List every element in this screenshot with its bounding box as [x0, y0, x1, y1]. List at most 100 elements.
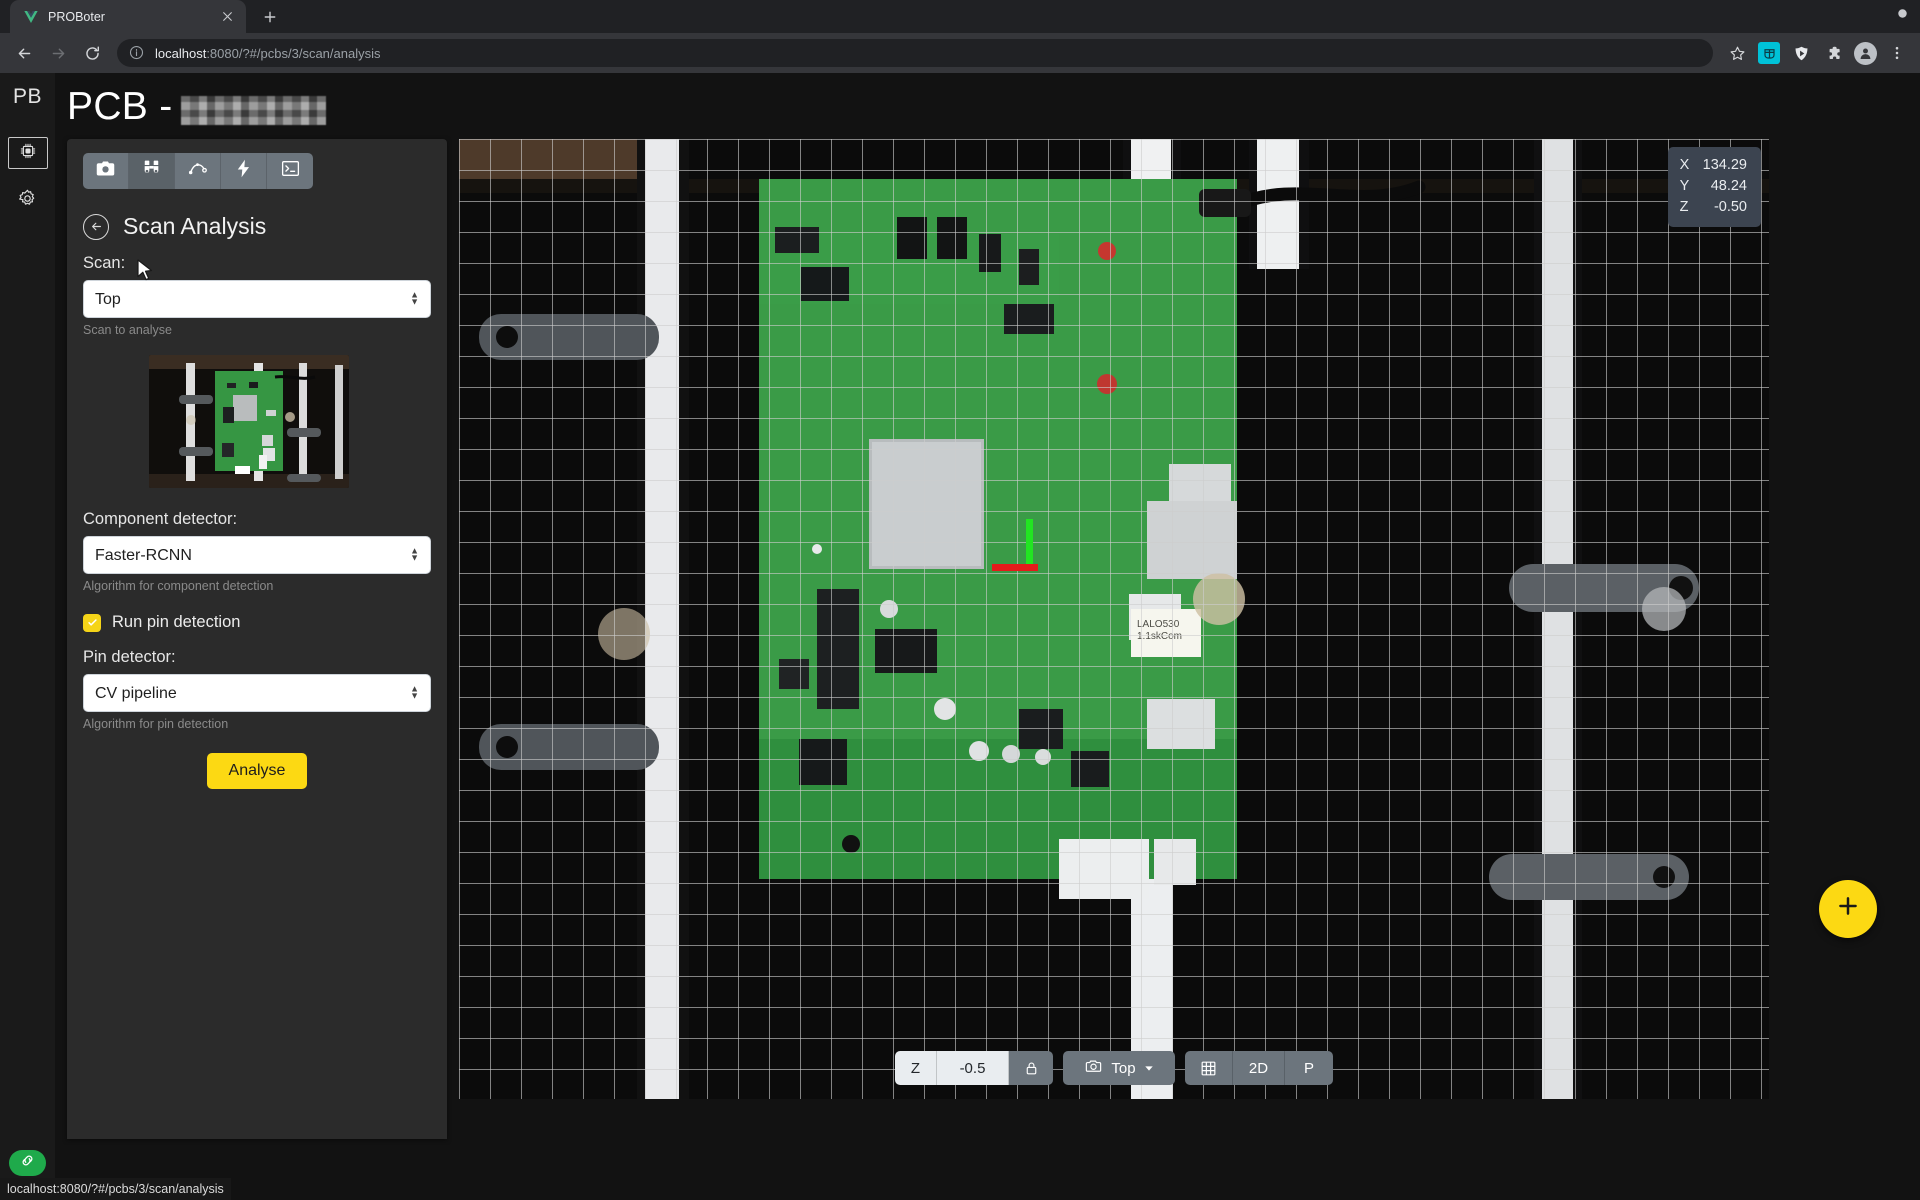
lightning-bolt-icon — [233, 158, 254, 184]
camera-view-group: Top — [1063, 1051, 1175, 1085]
scan-field-label: Scan: — [83, 254, 126, 272]
coordinate-z-value: -0.50 — [1713, 199, 1747, 216]
tab-network[interactable] — [175, 153, 221, 189]
window-dots-icon[interactable] — [1895, 7, 1910, 22]
coordinate-readout: X 134.29 Y 48.24 Z -0.50 — [1667, 147, 1761, 228]
coordinate-z-axis: Z — [1679, 199, 1689, 216]
connection-status-badge[interactable] — [9, 1150, 46, 1176]
run-pin-detection-label: Run pin detection — [112, 613, 241, 631]
pin-detector-select[interactable]: CV pipeline — [83, 674, 431, 712]
camera-view-dropdown[interactable]: Top — [1063, 1051, 1175, 1085]
svg-text:1.1skCom: 1.1skCom — [1137, 631, 1182, 642]
close-icon[interactable] — [219, 8, 236, 25]
gear-icon — [17, 188, 38, 214]
camera-icon — [95, 158, 116, 184]
puzzle-extensions-icon[interactable] — [1819, 39, 1847, 67]
browser-tab[interactable]: PROBoter — [10, 0, 246, 33]
tab-console[interactable] — [267, 153, 313, 189]
pin-detector-field: Pin detector: CV pipeline ▲ ▼ Algorithm f… — [83, 648, 431, 731]
component-detector-select[interactable]: Faster-RCNN — [83, 536, 431, 574]
page-title: PCB - — [55, 73, 1920, 129]
z-label: Z — [895, 1051, 937, 1085]
component-detector-help: Algorithm for component detection — [83, 579, 274, 593]
back-button[interactable] — [9, 38, 39, 68]
link-connected-icon — [19, 1152, 36, 1174]
browser-toolbar: localhost:8080/?#/pcbs/3/scan/analysis — [0, 33, 1920, 73]
address-bar[interactable]: localhost:8080/?#/pcbs/3/scan/analysis — [117, 39, 1713, 67]
scan-field-help: Scan to analyse — [83, 323, 172, 337]
panel-title: Scan Analysis — [123, 213, 267, 239]
camera-view-label: Top — [1111, 1059, 1136, 1077]
address-bar-host: localhost — [155, 45, 207, 61]
address-bar-path: :8080/?#/pcbs/3/scan/analysis — [206, 45, 381, 61]
node-graph-icon — [187, 158, 208, 184]
browser-tab-title: PROBoter — [48, 9, 105, 24]
arrow-left-circle-icon[interactable] — [83, 213, 109, 240]
svg-text:LALO530: LALO530 — [1137, 619, 1180, 630]
mode-p-button[interactable]: P — [1285, 1051, 1333, 1085]
checkbox-checked-icon — [83, 613, 101, 632]
coordinate-y-value: 48.24 — [1710, 178, 1747, 195]
viewport-toolbar: Z -0.5 Top 2D P — [895, 1051, 1333, 1085]
extension-badge-icon[interactable] — [1755, 39, 1783, 67]
tab-analysis[interactable] — [129, 153, 175, 189]
z-control-group: Z -0.5 — [895, 1051, 1053, 1085]
grid-icon[interactable] — [1185, 1051, 1233, 1085]
run-pin-detection-checkbox[interactable]: Run pin detection — [83, 613, 431, 632]
vue-logo-icon — [23, 9, 39, 25]
address-bar-url: localhost:8080/?#/pcbs/3/scan/analysis — [155, 46, 380, 61]
camera-icon — [1084, 1057, 1103, 1080]
pcb-camera-image: LALO530 1.1skCom — [459, 139, 1769, 1099]
coordinate-row-z: Z -0.50 — [1680, 197, 1747, 218]
analyse-row: Analyse — [67, 753, 447, 789]
coordinate-row-x: X 134.29 — [1680, 155, 1747, 176]
profile-avatar-icon[interactable] — [1851, 39, 1879, 67]
content-area: PCB - Scan Analysis Scan: Top ▲ ▼ Scan t… — [55, 73, 1920, 1200]
mode-2d-button[interactable]: 2D — [1233, 1051, 1285, 1085]
forward-button[interactable] — [43, 38, 73, 68]
left-rail: PB — [0, 73, 55, 1200]
bookmark-star-icon[interactable] — [1723, 39, 1751, 67]
coordinate-x-value: 134.29 — [1702, 157, 1747, 173]
pin-detector-help: Algorithm for pin detection — [83, 717, 229, 731]
coordinate-row-y: Y 48.24 — [1680, 176, 1747, 197]
avatar-inner — [1853, 41, 1877, 65]
add-fab-button[interactable] — [1819, 880, 1877, 938]
scan-field: Scan: Top ▲ ▼ Scan to analyse — [83, 254, 431, 337]
microchip-icon — [18, 141, 38, 166]
binoculars-icon — [141, 158, 162, 184]
caret-down-icon — [1144, 1060, 1154, 1077]
pcb-camera-viewport[interactable]: LALO530 1.1skCom X 134.29 Y 48.24 Z -0.5… — [459, 139, 1769, 1099]
coordinate-x-axis: X — [1679, 157, 1690, 173]
component-detector-field: Component detector: Faster-RCNN ▲ ▼ Algor… — [83, 510, 431, 593]
sidebar-item-settings[interactable] — [8, 185, 48, 217]
terminal-icon — [280, 158, 301, 184]
scan-thumbnail-image — [149, 355, 349, 488]
new-tab-button[interactable] — [256, 3, 284, 31]
reload-button[interactable] — [77, 38, 107, 68]
status-bar: localhost:8080/?#/pcbs/3/scan/analysis — [0, 1178, 231, 1200]
scan-select[interactable]: Top — [83, 280, 431, 318]
app-logo: PB — [12, 85, 42, 108]
sidebar-item-pcbs[interactable] — [7, 137, 48, 169]
window-controls — [1895, 7, 1910, 22]
panel-tab-group — [83, 153, 313, 189]
application-root: PB PCB - Scan Analysis Scan: Top ▲ ▼ Sca… — [0, 73, 1920, 1200]
shield-play-icon[interactable] — [1787, 39, 1815, 67]
z-value-input[interactable]: -0.5 — [937, 1051, 1009, 1085]
analyse-button[interactable]: Analyse — [206, 753, 308, 789]
tab-camera[interactable] — [83, 153, 129, 189]
page-title-prefix: PCB - — [67, 85, 173, 128]
info-circle-icon — [129, 45, 145, 61]
component-detector-label: Component detector: — [83, 510, 238, 528]
axis-x-indicator — [992, 564, 1038, 571]
tab-power[interactable] — [221, 153, 267, 189]
panel-header: Scan Analysis — [83, 213, 447, 240]
browser-tab-strip: PROBoter — [0, 0, 1920, 33]
scan-thumbnail[interactable] — [149, 355, 349, 488]
coordinate-y-axis: Y — [1679, 178, 1690, 195]
page-title-redacted — [180, 95, 326, 125]
scan-analysis-panel: Scan Analysis Scan: Top ▲ ▼ Scan to analy… — [67, 139, 447, 1139]
kebab-menu-icon[interactable] — [1883, 39, 1911, 67]
lock-icon[interactable] — [1009, 1051, 1053, 1085]
